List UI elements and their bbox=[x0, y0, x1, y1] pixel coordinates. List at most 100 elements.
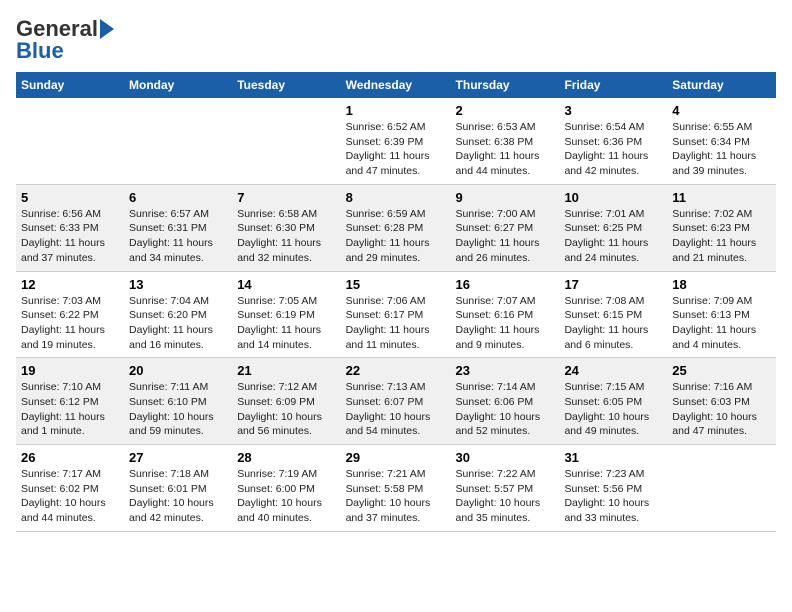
day-number: 19 bbox=[21, 363, 119, 378]
day-number: 10 bbox=[564, 190, 662, 205]
calendar-cell: 3 Sunrise: 6:54 AM Sunset: 6:36 PM Daylig… bbox=[559, 98, 667, 184]
day-number: 15 bbox=[346, 277, 446, 292]
day-number: 30 bbox=[456, 450, 555, 465]
column-header-tuesday: Tuesday bbox=[232, 72, 340, 98]
calendar-cell: 24 Sunrise: 7:15 AM Sunset: 6:05 PM Dayli… bbox=[559, 358, 667, 445]
day-number: 24 bbox=[564, 363, 662, 378]
day-number: 1 bbox=[346, 103, 446, 118]
day-number: 23 bbox=[456, 363, 555, 378]
day-info: Sunrise: 7:17 AM Sunset: 6:02 PM Dayligh… bbox=[21, 467, 119, 526]
calendar-cell: 27Sunrise: 7:18 AM Sunset: 6:01 PM Dayli… bbox=[124, 445, 232, 532]
day-info: Sunrise: 7:05 AM Sunset: 6:19 PM Dayligh… bbox=[237, 294, 335, 353]
day-info: Sunrise: 7:04 AM Sunset: 6:20 PM Dayligh… bbox=[129, 294, 227, 353]
day-info: Sunrise: 7:12 AM Sunset: 6:09 PM Dayligh… bbox=[237, 380, 335, 439]
column-header-wednesday: Wednesday bbox=[341, 72, 451, 98]
calendar-cell: 13 Sunrise: 7:04 AM Sunset: 6:20 PM Dayli… bbox=[124, 271, 232, 358]
calendar-cell: 20 Sunrise: 7:11 AM Sunset: 6:10 PM Dayli… bbox=[124, 358, 232, 445]
calendar-cell: 10 Sunrise: 7:01 AM Sunset: 6:25 PM Dayli… bbox=[559, 184, 667, 271]
day-number: 18 bbox=[672, 277, 771, 292]
day-number: 12 bbox=[21, 277, 119, 292]
day-info: Sunrise: 7:06 AM Sunset: 6:17 PM Dayligh… bbox=[346, 294, 446, 353]
calendar-cell: 11 Sunrise: 7:02 AM Sunset: 6:23 PM Dayli… bbox=[667, 184, 776, 271]
day-info: Sunrise: 7:01 AM Sunset: 6:25 PM Dayligh… bbox=[564, 207, 662, 266]
calendar-cell: 6 Sunrise: 6:57 AM Sunset: 6:31 PM Daylig… bbox=[124, 184, 232, 271]
calendar-cell: 15 Sunrise: 7:06 AM Sunset: 6:17 PM Dayli… bbox=[341, 271, 451, 358]
day-info: Sunrise: 7:00 AM Sunset: 6:27 PM Dayligh… bbox=[456, 207, 555, 266]
day-info: Sunrise: 6:55 AM Sunset: 6:34 PM Dayligh… bbox=[672, 120, 771, 179]
column-header-monday: Monday bbox=[124, 72, 232, 98]
calendar-header-row: SundayMondayTuesdayWednesdayThursdayFrid… bbox=[16, 72, 776, 98]
day-info: Sunrise: 7:23 AM Sunset: 5:56 PM Dayligh… bbox=[564, 467, 662, 526]
week-row-2: 5 Sunrise: 6:56 AM Sunset: 6:33 PM Daylig… bbox=[16, 184, 776, 271]
day-number: 4 bbox=[672, 103, 771, 118]
day-info: Sunrise: 7:07 AM Sunset: 6:16 PM Dayligh… bbox=[456, 294, 555, 353]
calendar-cell: 2Sunrise: 6:53 AM Sunset: 6:38 PM Daylig… bbox=[451, 98, 560, 184]
day-info: Sunrise: 7:19 AM Sunset: 6:00 PM Dayligh… bbox=[237, 467, 335, 526]
day-number: 5 bbox=[21, 190, 119, 205]
day-number: 22 bbox=[346, 363, 446, 378]
calendar-cell: 8 Sunrise: 6:59 AM Sunset: 6:28 PM Daylig… bbox=[341, 184, 451, 271]
day-info: Sunrise: 7:15 AM Sunset: 6:05 PM Dayligh… bbox=[564, 380, 662, 439]
calendar-cell: 31 Sunrise: 7:23 AM Sunset: 5:56 PM Dayli… bbox=[559, 445, 667, 532]
day-info: Sunrise: 7:22 AM Sunset: 5:57 PM Dayligh… bbox=[456, 467, 555, 526]
day-info: Sunrise: 7:08 AM Sunset: 6:15 PM Dayligh… bbox=[564, 294, 662, 353]
day-number: 9 bbox=[456, 190, 555, 205]
calendar-cell: 12 Sunrise: 7:03 AM Sunset: 6:22 PM Dayli… bbox=[16, 271, 124, 358]
logo: General Blue bbox=[16, 16, 114, 64]
column-header-sunday: Sunday bbox=[16, 72, 124, 98]
calendar-cell bbox=[232, 98, 340, 184]
calendar-cell: 25Sunrise: 7:16 AM Sunset: 6:03 PM Dayli… bbox=[667, 358, 776, 445]
calendar-cell bbox=[667, 445, 776, 532]
page-header: General Blue bbox=[16, 16, 776, 64]
day-info: Sunrise: 7:02 AM Sunset: 6:23 PM Dayligh… bbox=[672, 207, 771, 266]
day-info: Sunrise: 7:14 AM Sunset: 6:06 PM Dayligh… bbox=[456, 380, 555, 439]
day-number: 14 bbox=[237, 277, 335, 292]
day-number: 28 bbox=[237, 450, 335, 465]
column-header-saturday: Saturday bbox=[667, 72, 776, 98]
day-info: Sunrise: 6:58 AM Sunset: 6:30 PM Dayligh… bbox=[237, 207, 335, 266]
column-header-friday: Friday bbox=[559, 72, 667, 98]
calendar-cell: 4 Sunrise: 6:55 AM Sunset: 6:34 PM Daylig… bbox=[667, 98, 776, 184]
day-info: Sunrise: 7:10 AM Sunset: 6:12 PM Dayligh… bbox=[21, 380, 119, 439]
calendar-cell: 21 Sunrise: 7:12 AM Sunset: 6:09 PM Dayli… bbox=[232, 358, 340, 445]
calendar-cell: 14 Sunrise: 7:05 AM Sunset: 6:19 PM Dayli… bbox=[232, 271, 340, 358]
day-number: 13 bbox=[129, 277, 227, 292]
day-number: 2 bbox=[456, 103, 555, 118]
day-number: 7 bbox=[237, 190, 335, 205]
calendar-cell: 7 Sunrise: 6:58 AM Sunset: 6:30 PM Daylig… bbox=[232, 184, 340, 271]
calendar-cell: 28 Sunrise: 7:19 AM Sunset: 6:00 PM Dayli… bbox=[232, 445, 340, 532]
day-info: Sunrise: 6:59 AM Sunset: 6:28 PM Dayligh… bbox=[346, 207, 446, 266]
logo-arrow-icon bbox=[100, 19, 114, 39]
logo-blue: Blue bbox=[16, 38, 64, 64]
calendar-cell: 9 Sunrise: 7:00 AM Sunset: 6:27 PM Daylig… bbox=[451, 184, 560, 271]
calendar-cell: 26 Sunrise: 7:17 AM Sunset: 6:02 PM Dayli… bbox=[16, 445, 124, 532]
day-info: Sunrise: 6:54 AM Sunset: 6:36 PM Dayligh… bbox=[564, 120, 662, 179]
day-number: 26 bbox=[21, 450, 119, 465]
day-info: Sunrise: 7:03 AM Sunset: 6:22 PM Dayligh… bbox=[21, 294, 119, 353]
calendar-cell: 19 Sunrise: 7:10 AM Sunset: 6:12 PM Dayli… bbox=[16, 358, 124, 445]
day-info: Sunrise: 6:57 AM Sunset: 6:31 PM Dayligh… bbox=[129, 207, 227, 266]
calendar-cell: 23 Sunrise: 7:14 AM Sunset: 6:06 PM Dayli… bbox=[451, 358, 560, 445]
day-number: 6 bbox=[129, 190, 227, 205]
day-info: Sunrise: 7:18 AM Sunset: 6:01 PM Dayligh… bbox=[129, 467, 227, 526]
day-number: 8 bbox=[346, 190, 446, 205]
day-number: 3 bbox=[564, 103, 662, 118]
calendar-cell: 1Sunrise: 6:52 AM Sunset: 6:39 PM Daylig… bbox=[341, 98, 451, 184]
day-info: Sunrise: 7:11 AM Sunset: 6:10 PM Dayligh… bbox=[129, 380, 227, 439]
calendar-cell bbox=[124, 98, 232, 184]
day-number: 25 bbox=[672, 363, 771, 378]
calendar-cell: 29Sunrise: 7:21 AM Sunset: 5:58 PM Dayli… bbox=[341, 445, 451, 532]
day-number: 29 bbox=[346, 450, 446, 465]
day-number: 20 bbox=[129, 363, 227, 378]
day-number: 11 bbox=[672, 190, 771, 205]
calendar-cell: 16 Sunrise: 7:07 AM Sunset: 6:16 PM Dayli… bbox=[451, 271, 560, 358]
day-info: Sunrise: 6:56 AM Sunset: 6:33 PM Dayligh… bbox=[21, 207, 119, 266]
week-row-3: 12 Sunrise: 7:03 AM Sunset: 6:22 PM Dayli… bbox=[16, 271, 776, 358]
day-number: 21 bbox=[237, 363, 335, 378]
day-number: 16 bbox=[456, 277, 555, 292]
week-row-4: 19 Sunrise: 7:10 AM Sunset: 6:12 PM Dayli… bbox=[16, 358, 776, 445]
calendar-table: SundayMondayTuesdayWednesdayThursdayFrid… bbox=[16, 72, 776, 532]
day-info: Sunrise: 7:13 AM Sunset: 6:07 PM Dayligh… bbox=[346, 380, 446, 439]
week-row-1: 1Sunrise: 6:52 AM Sunset: 6:39 PM Daylig… bbox=[16, 98, 776, 184]
day-number: 31 bbox=[564, 450, 662, 465]
